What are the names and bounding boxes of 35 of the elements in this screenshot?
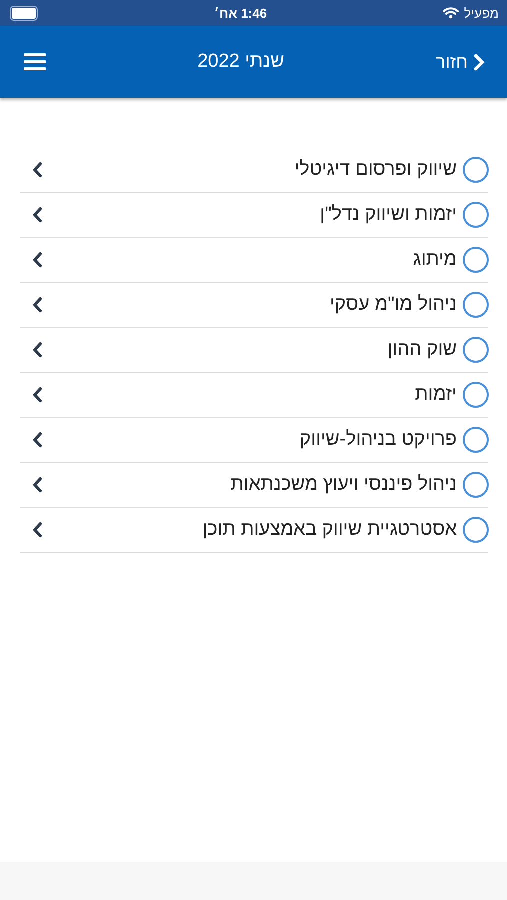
list-item-label[interactable]: ניהול מו"מ עסקי <box>43 294 457 316</box>
carrier-label: מפעיל <box>464 6 499 20</box>
radio-button[interactable] <box>463 472 489 498</box>
chevron-icon[interactable] <box>32 207 43 223</box>
chevron-icon[interactable] <box>32 522 43 538</box>
menu-icon[interactable] <box>24 53 46 71</box>
list-item-label[interactable]: שיווק ופרסום דיגיטלי <box>43 159 457 181</box>
chevron-icon[interactable] <box>32 252 43 268</box>
list-item-label[interactable]: ניהול פיננסי ויעוץ משכנתאות <box>43 474 457 496</box>
radio-button[interactable] <box>463 247 489 273</box>
chevron-icon[interactable] <box>32 297 43 313</box>
list-item-label[interactable]: אסטרטגיית שיווק באמצעות תוכן <box>43 519 457 541</box>
list-item-label[interactable]: יזמות <box>43 384 457 406</box>
radio-button[interactable] <box>463 517 489 543</box>
chevron-icon[interactable] <box>32 387 43 403</box>
radio-button[interactable] <box>463 337 489 363</box>
list-item-label[interactable]: מיתוג <box>43 249 457 271</box>
status-time: 1:46 אח׳ <box>214 6 268 20</box>
radio-button[interactable] <box>463 157 489 183</box>
radio-button[interactable] <box>463 292 489 318</box>
chevron-icon[interactable] <box>32 162 43 178</box>
radio-button[interactable] <box>463 427 489 453</box>
header-title: שנתי 2022 <box>198 51 284 73</box>
radio-button[interactable] <box>463 382 489 408</box>
list-item-label[interactable]: שוק ההון <box>43 339 457 361</box>
chevron-icon <box>474 54 485 70</box>
radio-button[interactable] <box>463 202 489 228</box>
list-item-label[interactable]: יזמות ושיווק נדל"ן <box>43 204 457 226</box>
chevron-icon[interactable] <box>32 477 43 493</box>
chevron-icon[interactable] <box>32 342 43 358</box>
battery-icon <box>10 6 38 20</box>
back-button[interactable]: חזור <box>436 52 485 72</box>
chevron-icon[interactable] <box>32 432 43 448</box>
list-item-label[interactable]: פרויקט בניהול-שיווק <box>43 429 457 451</box>
wifi-icon <box>443 7 460 19</box>
